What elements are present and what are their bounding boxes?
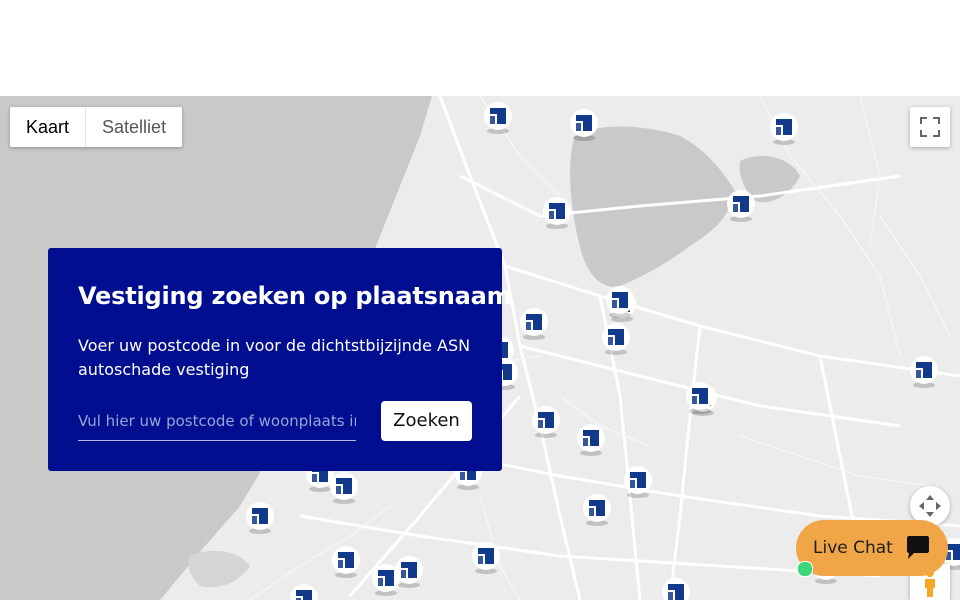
site-header — [0, 0, 960, 97]
asn-location-marker[interactable] — [519, 307, 549, 340]
asn-location-marker[interactable] — [726, 189, 756, 222]
chat-bubble-icon — [907, 536, 929, 559]
chat-online-indicator — [797, 561, 813, 577]
fullscreen-button[interactable] — [910, 107, 950, 147]
live-chat-button[interactable]: Live Chat — [796, 520, 948, 576]
asn-location-marker[interactable] — [661, 577, 691, 600]
asn-location-marker[interactable] — [576, 423, 606, 456]
map-type-control: Kaart Satelliet — [10, 107, 183, 147]
fullscreen-icon — [920, 117, 940, 137]
asn-location-marker[interactable] — [371, 563, 401, 596]
search-panel: Vestiging zoeken op plaatsnaam Voer uw p… — [48, 248, 512, 471]
asn-location-marker[interactable] — [471, 541, 501, 574]
asn-location-marker[interactable] — [605, 285, 635, 318]
asn-location-marker[interactable] — [483, 101, 513, 134]
asn-location-marker[interactable] — [909, 355, 939, 388]
search-panel-title: Vestiging zoeken op plaatsnaam — [78, 282, 512, 310]
live-chat-label: Live Chat — [813, 538, 893, 558]
asn-location-marker[interactable] — [601, 322, 631, 355]
asn-location-marker[interactable] — [289, 583, 319, 600]
postcode-search-input[interactable]: Vul hier uw postcode of woonplaats in — [78, 408, 356, 441]
asn-location-marker[interactable] — [582, 493, 612, 526]
map-type-satelliet-button[interactable]: Satelliet — [85, 107, 182, 147]
asn-location-marker[interactable] — [685, 381, 715, 414]
asn-location-marker[interactable] — [623, 465, 653, 498]
asn-location-marker[interactable] — [569, 108, 599, 141]
asn-location-marker[interactable] — [769, 112, 799, 145]
asn-location-marker[interactable] — [245, 501, 275, 534]
search-panel-description: Voer uw postcode in voor de dichtstbijzi… — [78, 336, 471, 379]
search-button[interactable]: Zoeken — [381, 401, 472, 441]
asn-location-marker[interactable] — [329, 471, 359, 504]
asn-location-marker[interactable] — [531, 405, 561, 438]
asn-location-marker[interactable] — [542, 196, 572, 229]
map-type-kaart-button[interactable]: Kaart — [10, 107, 85, 147]
asn-location-marker[interactable] — [331, 545, 361, 578]
